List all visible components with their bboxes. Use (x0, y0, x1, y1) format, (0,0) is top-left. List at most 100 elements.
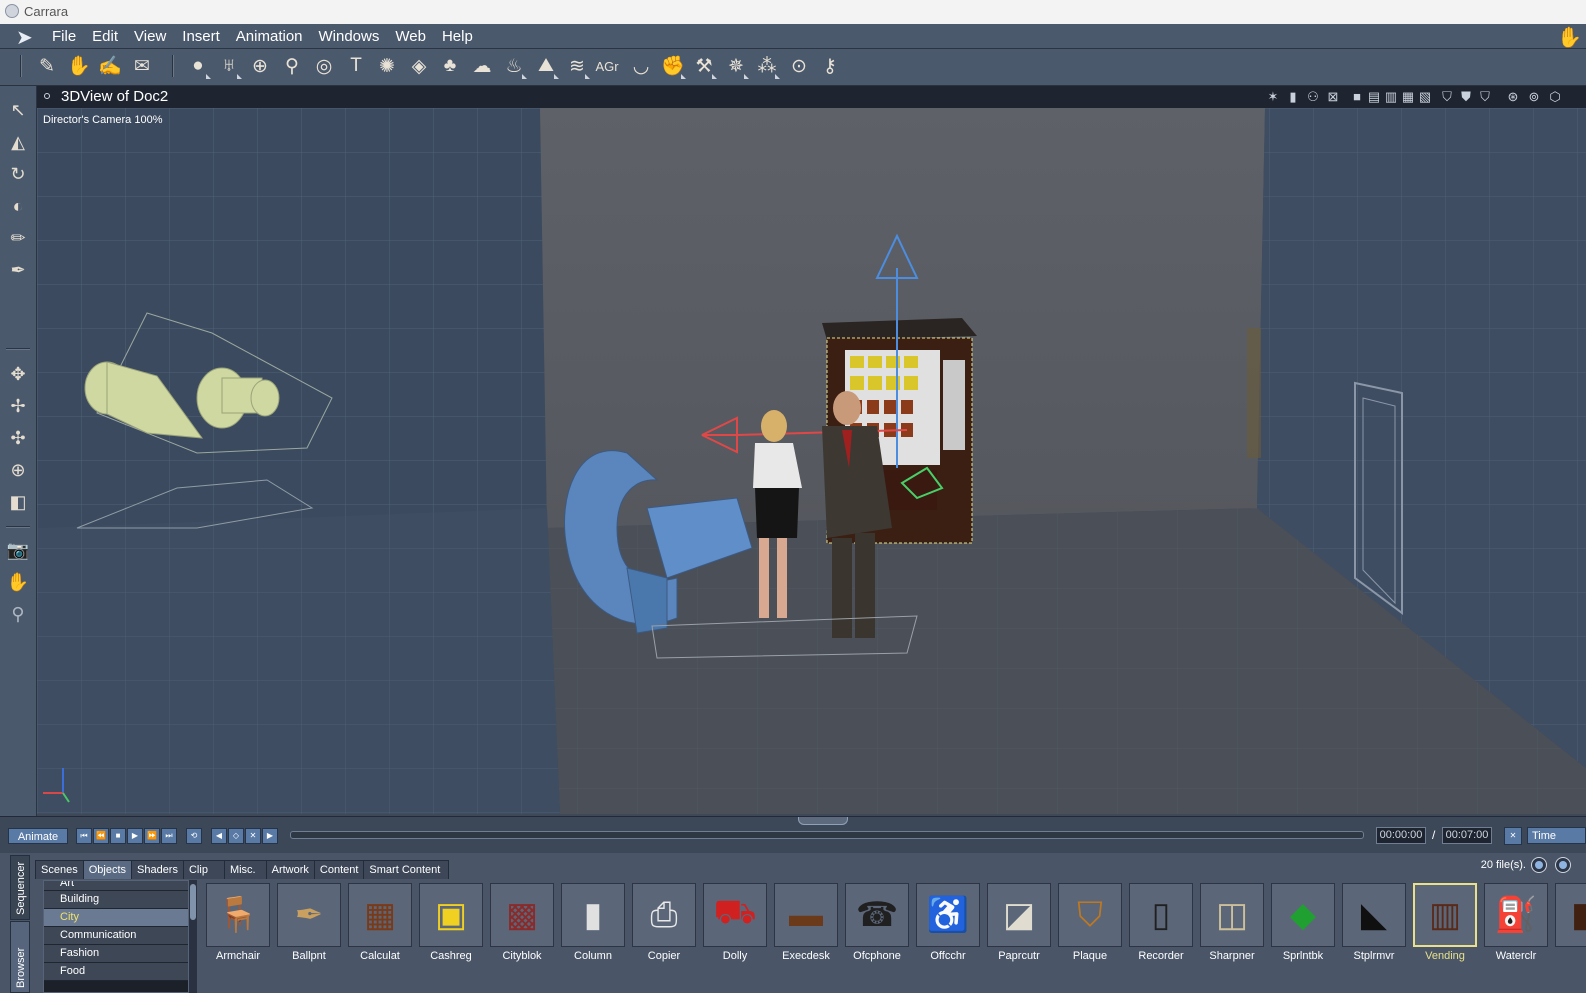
scene-camera-icon[interactable]: ▮ (1285, 88, 1301, 106)
insert-figure-icon[interactable]: ⚲ (278, 52, 306, 80)
render-room-icon[interactable]: ✉ (128, 52, 156, 80)
object-item[interactable]: ⛟ Dolly (703, 883, 767, 962)
render-settings-icon[interactable]: ⊠ (1325, 88, 1341, 106)
insert-fire-icon[interactable]: ♨ (500, 52, 528, 80)
insert-wand-icon[interactable]: ⚷ (816, 52, 844, 80)
menu-windows[interactable]: Windows (311, 27, 388, 46)
layout-two-icon[interactable]: ▤ (1366, 88, 1382, 106)
tab-clip[interactable]: Clip (182, 860, 225, 879)
menu-insert[interactable]: Insert (174, 27, 228, 46)
cube-view-icon[interactable]: ⬡ (1547, 88, 1563, 106)
tab-smart-content[interactable]: Smart Content (363, 860, 450, 879)
animate-button[interactable]: Animate (8, 828, 68, 844)
assemble-room-icon[interactable]: ✎ (33, 52, 61, 80)
move-z-icon[interactable]: ✣ (4, 424, 32, 452)
browser-side-tab[interactable]: Browser (10, 921, 30, 993)
camera-icon[interactable]: 📷 (4, 536, 32, 564)
zoom-magnifier-icon[interactable]: ⚲ (4, 600, 32, 628)
model-room-icon[interactable]: ✋ (65, 52, 93, 80)
object-item[interactable]: ⎙ Copier (632, 883, 696, 962)
insert-bowl-icon[interactable]: ◡ (627, 52, 655, 80)
insert-cloud-icon[interactable]: ☁ (468, 52, 496, 80)
insert-text-icon[interactable]: T (342, 52, 370, 80)
loop-icon[interactable]: ⟲ (186, 828, 202, 844)
insert-glove-icon[interactable]: ✊ (659, 52, 687, 80)
go-to-end-icon[interactable]: ⏭ (161, 828, 177, 844)
orbit-icon[interactable]: ⊚ (1526, 88, 1542, 106)
object-item[interactable]: 🪑 Armchair (206, 883, 270, 962)
object-item[interactable]: ▮ Column (561, 883, 625, 962)
walk-mode-icon[interactable]: ⚇ (1305, 88, 1321, 106)
browser-option-icon[interactable] (1531, 857, 1547, 873)
menu-file[interactable]: File (44, 27, 84, 46)
camera-dolly-icon[interactable]: ◧ (4, 488, 32, 516)
layout-four-icon[interactable]: ▦ (1400, 88, 1416, 106)
stop-icon[interactable]: ■ (110, 828, 126, 844)
next-key-icon[interactable]: ▶ (262, 828, 278, 844)
object-item[interactable]: ◫ Sharpner (1200, 883, 1264, 962)
object-item[interactable]: ▬ Execdesk (774, 883, 838, 962)
end-time-field[interactable]: 00:07:00 (1442, 827, 1492, 844)
insert-plane-icon[interactable]: ◈ (405, 52, 433, 80)
rewind-icon[interactable]: ⏪ (93, 828, 109, 844)
insert-bones-icon[interactable]: ⁂ (753, 52, 781, 80)
play-icon[interactable]: ▶ (127, 828, 143, 844)
rotate-tool-icon[interactable]: ↻ (4, 160, 32, 188)
category-item[interactable]: Food (44, 963, 188, 981)
insert-hammer-icon[interactable]: ⚒ (690, 52, 718, 80)
move-all-icon[interactable]: ⊕ (4, 456, 32, 484)
carrara-logo-icon[interactable]: ➤ (16, 25, 33, 50)
category-item[interactable]: Fashion (44, 945, 188, 963)
insert-agr-icon[interactable]: AGr (593, 52, 621, 80)
object-item[interactable]: ▦ Calculat (348, 883, 412, 962)
move-x-icon[interactable]: ✥ (4, 360, 32, 388)
prev-key-icon[interactable]: ◀ (211, 828, 227, 844)
scrollbar-thumb[interactable] (190, 884, 196, 920)
object-item[interactable]: ✒ Ballpnt (277, 883, 341, 962)
insert-formula-icon[interactable]: ✺ (373, 52, 401, 80)
object-item-partial[interactable]: ◧ (1555, 883, 1586, 947)
eyedropper-tool-icon[interactable]: ✒ (4, 256, 32, 284)
tab-misc[interactable]: Misc. (223, 860, 267, 879)
move-y-icon[interactable]: ✢ (4, 392, 32, 420)
category-item[interactable]: Communication (44, 927, 188, 945)
insert-plant-icon[interactable]: ♣ (436, 52, 464, 80)
current-time-field[interactable]: 00:00:00 (1376, 827, 1426, 844)
tab-objects[interactable]: Objects (82, 860, 132, 879)
panel-resize-handle[interactable] (798, 817, 848, 825)
object-item[interactable]: ◣ Stplrmvr (1342, 883, 1406, 962)
menu-web[interactable]: Web (387, 27, 434, 46)
object-item[interactable]: ♿ Offcchr (916, 883, 980, 962)
insert-metaball-icon[interactable]: ◎ (310, 52, 338, 80)
object-item[interactable]: ▩ Cityblok (490, 883, 554, 962)
object-item[interactable]: ◪ Paprcutr (987, 883, 1051, 962)
insert-spline-icon[interactable]: ♅ (215, 52, 243, 80)
object-item[interactable]: ◆ Sprlntbk (1271, 883, 1335, 962)
shield-view-icon[interactable]: ⛉ (1439, 88, 1455, 106)
menu-edit[interactable]: Edit (84, 27, 126, 46)
storyboard-room-icon[interactable]: ✍ (96, 52, 124, 80)
go-to-start-icon[interactable]: ⏮ (76, 828, 92, 844)
tab-scenes[interactable]: Scenes (35, 860, 84, 879)
selection-arrow-icon[interactable]: ↖ (4, 96, 32, 124)
navigate-icon[interactable]: ⊛ (1505, 88, 1521, 106)
time-mode-button[interactable]: Time (1527, 827, 1586, 844)
insert-terrain-icon[interactable]: ⛰ (532, 52, 560, 80)
object-item[interactable]: ⛽ Waterclr (1484, 883, 1548, 962)
scale-tool-icon[interactable]: ◐ (4, 192, 32, 220)
sequencer-side-tab[interactable]: Sequencer (10, 855, 30, 920)
category-item-selected[interactable]: City (44, 909, 188, 927)
tab-artwork[interactable]: Artwork (265, 860, 315, 879)
object-item[interactable]: ☎ Ofcphone (845, 883, 909, 962)
time-scrubber[interactable] (290, 831, 1364, 839)
object-item[interactable]: ▣ Cashreg (419, 883, 483, 962)
delete-key-icon[interactable]: ✕ (245, 828, 261, 844)
add-key-icon[interactable]: ◇ (228, 828, 244, 844)
tab-shaders[interactable]: Shaders (131, 860, 184, 879)
category-item[interactable]: Building (44, 891, 188, 909)
shield-outline-icon[interactable]: ⛉ (1477, 88, 1493, 106)
brush-tool-icon[interactable]: ✏ (4, 224, 32, 252)
browser-option-icon-2[interactable] (1555, 857, 1571, 873)
pan-hand-icon[interactable]: ✋ (4, 568, 32, 596)
category-scrollbar[interactable] (189, 880, 197, 993)
